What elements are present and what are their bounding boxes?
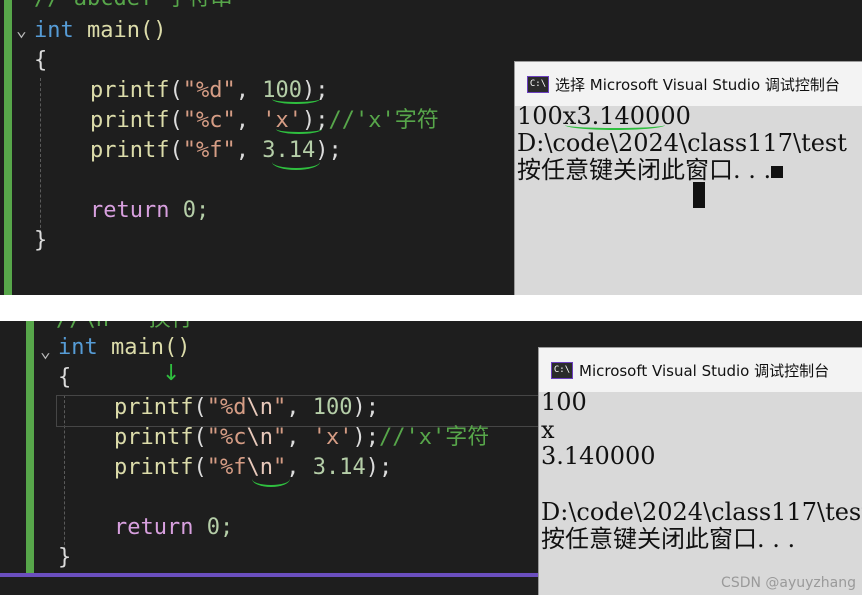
annotation-underline — [272, 154, 320, 170]
debug-console-window-bottom[interactable]: C:\ Microsoft Visual Studio 调试控制台 100 x … — [538, 347, 862, 595]
code-line-printf-c: printf("%c\n", 'x');//'x'字符 — [114, 425, 490, 450]
function-name: main() — [87, 18, 167, 43]
type-keyword: int — [58, 335, 98, 360]
console-output-line: 3.140000 — [541, 442, 656, 470]
function-name: main() — [111, 335, 191, 360]
indent-guide — [40, 78, 41, 238]
open-brace: { — [58, 365, 72, 390]
annotation-arrow-icon: ↓ — [162, 361, 181, 386]
code-editor-bottom: //\n --换行 ⌄ int main() { ↓ printf("%d\n"… — [0, 321, 862, 595]
code-line-printf-c: printf("%c", 'x');//'x'字符 — [90, 108, 439, 133]
change-indicator-bar — [4, 0, 12, 295]
editor-bottom-border — [0, 573, 540, 577]
type-keyword: int — [34, 18, 74, 43]
annotation-underline — [272, 94, 320, 104]
main-signature: int main() — [58, 333, 190, 363]
watermark: CSDN @ayuyzhang — [721, 575, 856, 591]
code-line-printf-d: printf("%d\n", 100); — [114, 395, 379, 420]
console-cursor-block — [771, 165, 784, 178]
console-titlebar[interactable]: C:\ Microsoft Visual Studio 调试控制台 — [539, 348, 862, 392]
close-brace: } — [34, 228, 48, 253]
return-statement: return 0; — [114, 515, 234, 540]
comment-line: // abcdef 字符串 — [34, 0, 232, 14]
console-app-icon: C:\ — [551, 362, 573, 379]
debug-console-window-top[interactable]: C:\ 选择 Microsoft Visual Studio 调试控制台 100… — [514, 61, 862, 295]
annotation-underline — [252, 471, 290, 487]
console-title: 选择 Microsoft Visual Studio 调试控制台 — [555, 76, 840, 94]
console-output-line: x — [541, 416, 555, 444]
code-editor-top: // abcdef 字符串 ⌄ int main() { printf("%d"… — [0, 0, 862, 295]
console-app-icon: C:\ — [527, 76, 549, 93]
close-brace: } — [58, 545, 72, 570]
main-signature: int main() — [34, 16, 166, 46]
open-brace: { — [34, 48, 48, 73]
console-output-line: 按任意键关闭此窗口. . . — [541, 525, 796, 553]
return-statement: return 0; — [90, 198, 210, 223]
console-caret — [693, 182, 705, 208]
console-output-line: D:\code\2024\class117\test — [541, 498, 862, 526]
fold-chevron-icon[interactable]: ⌄ — [16, 20, 27, 41]
annotation-underline — [276, 124, 322, 134]
console-output-line: D:\code\2024\class117\test — [517, 129, 847, 157]
console-titlebar[interactable]: C:\ 选择 Microsoft Visual Studio 调试控制台 — [515, 62, 862, 106]
console-output-line: 100 — [541, 388, 587, 416]
console-output-line: 按任意键关闭此窗口. . . — [517, 156, 784, 184]
console-title: Microsoft Visual Studio 调试控制台 — [579, 362, 830, 380]
change-indicator-bar — [26, 321, 34, 575]
fold-chevron-icon[interactable]: ⌄ — [40, 341, 51, 362]
